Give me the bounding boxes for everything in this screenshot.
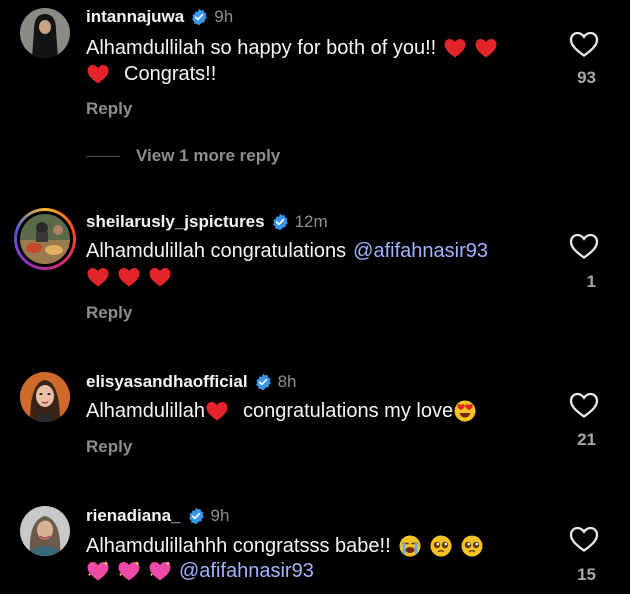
avatar[interactable] [20,8,70,58]
sparkling-heart-icon [86,559,110,583]
username[interactable]: sheilarusly_jspictures [86,212,265,232]
loudly-crying-face-icon [398,534,422,558]
comment-text-line: Congrats!! [124,62,217,85]
reply-button[interactable]: Reply [86,99,132,119]
comment-text: Congrats!! [86,62,216,86]
red-heart-icon [148,265,172,289]
comment-text: @afifahnasir93 [86,559,314,583]
comment-text: Alhamdulillah congratulations @afifahnas… [86,240,488,263]
divider-line [86,155,120,157]
timestamp: 9h [210,506,230,525]
mention-link[interactable]: @afifahnasir93 [353,240,488,263]
verified-badge-icon [271,213,289,231]
avatar[interactable] [20,506,70,556]
comment-text-line: congratulations my love [242,399,454,422]
comment-header: elisyasandhaofficial 8h [86,372,297,392]
red-heart-icon [86,62,110,86]
comment-text: Alhamdullilah so happy for both of you!! [86,36,498,60]
comment-text-line: Alhamdulillah congratulations [86,240,347,262]
like-heart-icon[interactable] [569,391,599,419]
verified-badge-icon [190,8,208,26]
comment-text [86,265,172,289]
reply-button[interactable]: Reply [86,303,132,323]
pleading-face-icon [429,534,453,558]
like-count: 93 [577,68,596,87]
comment-header: intannajuwa 9h [86,7,233,27]
sparkling-heart-icon [148,559,172,583]
username[interactable]: intannajuwa [86,7,184,27]
view-more-replies[interactable]: View 1 more reply [86,146,280,166]
sparkling-heart-icon [117,559,141,583]
comment-text: Alhamdulillah congratulations my love [86,399,477,423]
like-heart-icon[interactable] [569,525,599,553]
red-heart-icon [86,265,110,289]
avatar[interactable] [20,214,70,264]
like-count: 1 [586,272,596,291]
comment-header: rienadiana_ 9h [86,506,229,526]
verified-badge-icon [254,373,272,391]
comment-text-line: Alhamdulillahhh congratsss babe!! [86,534,391,557]
comment-header: sheilarusly_jspictures 12m [86,212,328,232]
comment-text-line: Alhamdulillah [86,399,205,422]
heart-eyes-face-icon [453,399,477,423]
username[interactable]: rienadiana_ [86,506,181,526]
like-heart-icon[interactable] [569,30,599,58]
timestamp: 9h [214,7,234,26]
like-count: 21 [577,430,596,449]
pleading-face-icon [460,534,484,558]
timestamp: 12m [294,212,328,231]
verified-badge-icon [187,507,205,525]
avatar[interactable] [20,372,70,422]
comment-text: Alhamdulillahhh congratsss babe!! [86,534,484,558]
timestamp: 8h [277,372,297,391]
red-heart-icon [443,36,467,60]
reply-button[interactable]: Reply [86,437,132,457]
red-heart-icon [474,36,498,60]
like-count: 15 [577,565,596,584]
red-heart-icon [205,399,229,423]
mention-link[interactable]: @afifahnasir93 [179,560,314,583]
username[interactable]: elisyasandhaofficial [86,372,248,392]
comment-text-line: Alhamdullilah so happy for both of you!! [86,36,437,59]
view-more-replies-label[interactable]: View 1 more reply [136,146,280,166]
red-heart-icon [117,265,141,289]
like-heart-icon[interactable] [569,232,599,260]
